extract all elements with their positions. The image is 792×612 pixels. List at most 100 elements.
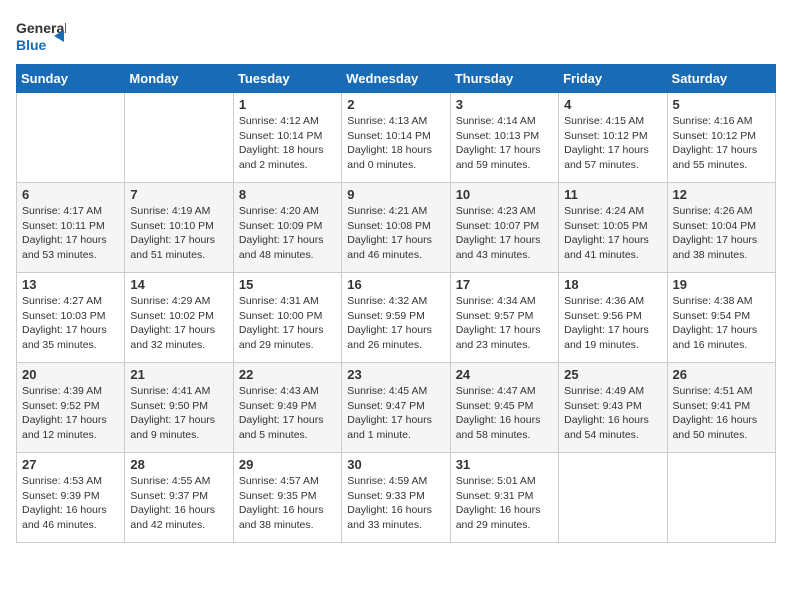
col-header-wednesday: Wednesday	[342, 65, 450, 93]
week-row-2: 6Sunrise: 4:17 AM Sunset: 10:11 PM Dayli…	[17, 183, 776, 273]
day-info: Sunrise: 4:19 AM Sunset: 10:10 PM Daylig…	[130, 204, 227, 263]
day-cell: 3Sunrise: 4:14 AM Sunset: 10:13 PM Dayli…	[450, 93, 558, 183]
day-cell: 19 Sunrise: 4:38 AM Sunset: 9:54 PM Dayli…	[667, 273, 775, 363]
day-info: Sunrise: 4:38 AM Sunset: 9:54 PM Dayligh…	[673, 294, 770, 353]
day-info: Sunrise: 4:12 AM Sunset: 10:14 PM Daylig…	[239, 114, 336, 173]
day-cell: 18 Sunrise: 4:36 AM Sunset: 9:56 PM Dayli…	[559, 273, 667, 363]
day-number: 26	[673, 367, 770, 382]
day-cell: 24 Sunrise: 4:47 AM Sunset: 9:45 PM Dayli…	[450, 363, 558, 453]
calendar-header-row: SundayMondayTuesdayWednesdayThursdayFrid…	[17, 65, 776, 93]
day-number: 30	[347, 457, 444, 472]
day-number: 22	[239, 367, 336, 382]
day-cell: 25Sunrise: 4:49 AM Sunset: 9:43 PM Dayli…	[559, 363, 667, 453]
day-info: Sunrise: 4:21 AM Sunset: 10:08 PM Daylig…	[347, 204, 444, 263]
day-cell: 5 Sunrise: 4:16 AM Sunset: 10:12 PM Dayli…	[667, 93, 775, 183]
day-number: 2	[347, 97, 444, 112]
day-info: Sunrise: 4:43 AM Sunset: 9:49 PM Dayligh…	[239, 384, 336, 443]
svg-text:Blue: Blue	[16, 37, 47, 53]
day-cell: 26 Sunrise: 4:51 AM Sunset: 9:41 PM Dayli…	[667, 363, 775, 453]
col-header-monday: Monday	[125, 65, 233, 93]
logo-icon: GeneralBlue	[16, 16, 66, 56]
day-cell	[17, 93, 125, 183]
week-row-5: 27 Sunrise: 4:53 AM Sunset: 9:39 PM Dayli…	[17, 453, 776, 543]
day-info: Sunrise: 4:17 AM Sunset: 10:11 PM Daylig…	[22, 204, 119, 263]
day-info: Sunrise: 4:34 AM Sunset: 9:57 PM Dayligh…	[456, 294, 553, 353]
day-cell: 1 Sunrise: 4:12 AM Sunset: 10:14 PM Dayli…	[233, 93, 341, 183]
day-number: 11	[564, 187, 661, 202]
day-info: Sunrise: 4:36 AM Sunset: 9:56 PM Dayligh…	[564, 294, 661, 353]
day-number: 28	[130, 457, 227, 472]
day-cell: 28 Sunrise: 4:55 AM Sunset: 9:37 PM Dayli…	[125, 453, 233, 543]
day-cell: 12 Sunrise: 4:26 AM Sunset: 10:04 PM Dayl…	[667, 183, 775, 273]
day-number: 12	[673, 187, 770, 202]
day-number: 7	[130, 187, 227, 202]
day-number: 13	[22, 277, 119, 292]
day-number: 19	[673, 277, 770, 292]
day-number: 27	[22, 457, 119, 472]
col-header-sunday: Sunday	[17, 65, 125, 93]
day-number: 31	[456, 457, 553, 472]
day-info: Sunrise: 4:29 AM Sunset: 10:02 PM Daylig…	[130, 294, 227, 353]
day-info: Sunrise: 4:23 AM Sunset: 10:07 PM Daylig…	[456, 204, 553, 263]
day-number: 8	[239, 187, 336, 202]
col-header-thursday: Thursday	[450, 65, 558, 93]
day-cell: 16 Sunrise: 4:32 AM Sunset: 9:59 PM Dayli…	[342, 273, 450, 363]
day-info: Sunrise: 4:32 AM Sunset: 9:59 PM Dayligh…	[347, 294, 444, 353]
day-info: Sunrise: 4:47 AM Sunset: 9:45 PM Dayligh…	[456, 384, 553, 443]
day-number: 5	[673, 97, 770, 112]
day-info: Sunrise: 4:14 AM Sunset: 10:13 PM Daylig…	[456, 114, 553, 173]
day-cell: 17 Sunrise: 4:34 AM Sunset: 9:57 PM Dayli…	[450, 273, 558, 363]
day-cell: 13Sunrise: 4:27 AM Sunset: 10:03 PM Dayl…	[17, 273, 125, 363]
calendar-table: SundayMondayTuesdayWednesdayThursdayFrid…	[16, 64, 776, 543]
day-info: Sunrise: 4:26 AM Sunset: 10:04 PM Daylig…	[673, 204, 770, 263]
week-row-4: 20Sunrise: 4:39 AM Sunset: 9:52 PM Dayli…	[17, 363, 776, 453]
day-cell: 21 Sunrise: 4:41 AM Sunset: 9:50 PM Dayli…	[125, 363, 233, 453]
day-info: Sunrise: 4:20 AM Sunset: 10:09 PM Daylig…	[239, 204, 336, 263]
day-cell	[559, 453, 667, 543]
day-cell	[667, 453, 775, 543]
day-info: Sunrise: 4:45 AM Sunset: 9:47 PM Dayligh…	[347, 384, 444, 443]
day-number: 29	[239, 457, 336, 472]
day-info: Sunrise: 4:41 AM Sunset: 9:50 PM Dayligh…	[130, 384, 227, 443]
day-cell: 8 Sunrise: 4:20 AM Sunset: 10:09 PM Dayli…	[233, 183, 341, 273]
day-cell: 7 Sunrise: 4:19 AM Sunset: 10:10 PM Dayli…	[125, 183, 233, 273]
day-cell: 15 Sunrise: 4:31 AM Sunset: 10:00 PM Dayl…	[233, 273, 341, 363]
day-number: 15	[239, 277, 336, 292]
day-number: 17	[456, 277, 553, 292]
day-info: Sunrise: 5:01 AM Sunset: 9:31 PM Dayligh…	[456, 474, 553, 533]
day-info: Sunrise: 4:55 AM Sunset: 9:37 PM Dayligh…	[130, 474, 227, 533]
day-info: Sunrise: 4:49 AM Sunset: 9:43 PM Dayligh…	[564, 384, 661, 443]
day-cell: 22 Sunrise: 4:43 AM Sunset: 9:49 PM Dayli…	[233, 363, 341, 453]
day-number: 18	[564, 277, 661, 292]
day-cell: 11 Sunrise: 4:24 AM Sunset: 10:05 PM Dayl…	[559, 183, 667, 273]
col-header-friday: Friday	[559, 65, 667, 93]
day-number: 16	[347, 277, 444, 292]
logo: GeneralBlue	[16, 16, 66, 56]
day-info: Sunrise: 4:31 AM Sunset: 10:00 PM Daylig…	[239, 294, 336, 353]
day-cell: 10 Sunrise: 4:23 AM Sunset: 10:07 PM Dayl…	[450, 183, 558, 273]
day-number: 1	[239, 97, 336, 112]
day-info: Sunrise: 4:51 AM Sunset: 9:41 PM Dayligh…	[673, 384, 770, 443]
week-row-1: 1 Sunrise: 4:12 AM Sunset: 10:14 PM Dayli…	[17, 93, 776, 183]
day-number: 24	[456, 367, 553, 382]
day-info: Sunrise: 4:15 AM Sunset: 10:12 PM Daylig…	[564, 114, 661, 173]
day-number: 20	[22, 367, 119, 382]
day-info: Sunrise: 4:57 AM Sunset: 9:35 PM Dayligh…	[239, 474, 336, 533]
day-info: Sunrise: 4:53 AM Sunset: 9:39 PM Dayligh…	[22, 474, 119, 533]
day-info: Sunrise: 4:59 AM Sunset: 9:33 PM Dayligh…	[347, 474, 444, 533]
day-cell: 4 Sunrise: 4:15 AM Sunset: 10:12 PM Dayli…	[559, 93, 667, 183]
day-number: 10	[456, 187, 553, 202]
day-number: 21	[130, 367, 227, 382]
day-cell	[125, 93, 233, 183]
day-number: 4	[564, 97, 661, 112]
day-cell: 29 Sunrise: 4:57 AM Sunset: 9:35 PM Dayli…	[233, 453, 341, 543]
day-cell: 6Sunrise: 4:17 AM Sunset: 10:11 PM Dayli…	[17, 183, 125, 273]
day-info: Sunrise: 4:13 AM Sunset: 10:14 PM Daylig…	[347, 114, 444, 173]
day-cell: 20Sunrise: 4:39 AM Sunset: 9:52 PM Dayli…	[17, 363, 125, 453]
week-row-3: 13Sunrise: 4:27 AM Sunset: 10:03 PM Dayl…	[17, 273, 776, 363]
col-header-tuesday: Tuesday	[233, 65, 341, 93]
day-info: Sunrise: 4:16 AM Sunset: 10:12 PM Daylig…	[673, 114, 770, 173]
day-cell: 27 Sunrise: 4:53 AM Sunset: 9:39 PM Dayli…	[17, 453, 125, 543]
day-info: Sunrise: 4:24 AM Sunset: 10:05 PM Daylig…	[564, 204, 661, 263]
col-header-saturday: Saturday	[667, 65, 775, 93]
